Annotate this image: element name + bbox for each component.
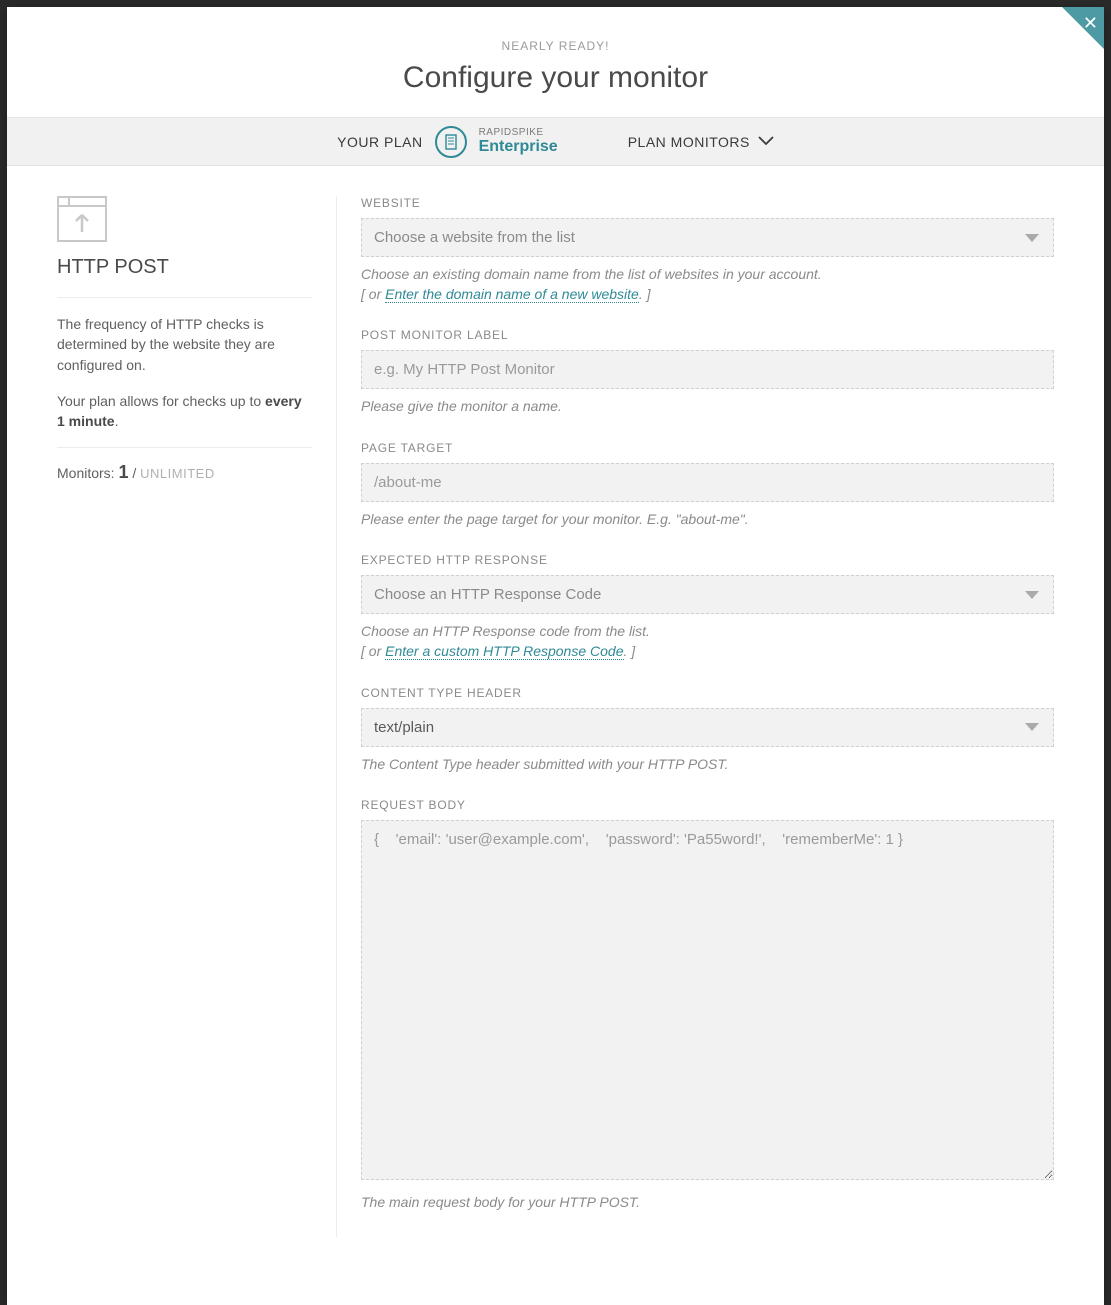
request-body-hint: The main request body for your HTTP POST… — [361, 1193, 1054, 1213]
website-label: WEBSITE — [361, 196, 1054, 210]
page-target-hint: Please enter the page target for your mo… — [361, 510, 1054, 530]
page-target-input[interactable] — [361, 463, 1054, 502]
custom-response-link[interactable]: Enter a custom HTTP Response Code — [385, 643, 623, 660]
website-hint: Choose an existing domain name from the … — [361, 265, 1054, 304]
sidebar: HTTP POST The frequency of HTTP checks i… — [57, 196, 337, 1237]
field-page-target: PAGE TARGET Please enter the page target… — [361, 441, 1054, 530]
brand-name: RAPIDSPIKE — [479, 127, 558, 138]
sidebar-title: HTTP POST — [57, 256, 312, 298]
monitors-summary: Monitors: 1 / UNLIMITED — [57, 462, 312, 483]
modal-content: HTTP POST The frequency of HTTP checks i… — [7, 166, 1104, 1237]
chevron-down-icon — [758, 133, 774, 151]
your-plan-section: YOUR PLAN RAPIDSPIKE Enterprise — [337, 126, 558, 158]
post-label-input[interactable] — [361, 350, 1054, 389]
post-label-hint: Please give the monitor a name. — [361, 397, 1054, 417]
plan-name: Enterprise — [479, 138, 558, 156]
sidebar-desc-frequency: The frequency of HTTP checks is determin… — [57, 314, 312, 375]
monitors-limit: UNLIMITED — [140, 466, 215, 481]
page-title: Configure your monitor — [7, 61, 1104, 95]
caret-down-icon — [1025, 591, 1039, 599]
close-icon[interactable]: ✕ — [1083, 13, 1098, 34]
monitors-label: Monitors: — [57, 465, 115, 481]
sidebar-desc-plan: Your plan allows for checks up to every … — [57, 391, 312, 432]
your-plan-label: YOUR PLAN — [337, 134, 422, 150]
expected-response-select[interactable]: Choose an HTTP Response Code — [361, 575, 1054, 614]
expected-response-label: EXPECTED HTTP RESPONSE — [361, 553, 1054, 567]
plan-monitors-dropdown[interactable]: PLAN MONITORS — [628, 133, 774, 151]
header-eyebrow: NEARLY READY! — [7, 39, 1104, 53]
sidebar-divider — [57, 447, 312, 448]
modal-dialog: ✕ NEARLY READY! Configure your monitor Y… — [7, 7, 1104, 1305]
request-body-textarea[interactable] — [361, 820, 1054, 1180]
field-request-body: REQUEST BODY The main request body for y… — [361, 798, 1054, 1213]
page-target-label: PAGE TARGET — [361, 441, 1054, 455]
field-expected-response: EXPECTED HTTP RESPONSE Choose an HTTP Re… — [361, 553, 1054, 661]
http-post-icon — [57, 196, 107, 242]
field-post-label: POST MONITOR LABEL Please give the monit… — [361, 328, 1054, 417]
website-select[interactable]: Choose a website from the list — [361, 218, 1054, 257]
caret-down-icon — [1025, 234, 1039, 242]
rapidspike-logo-icon — [435, 126, 467, 158]
caret-down-icon — [1025, 723, 1039, 731]
post-label-label: POST MONITOR LABEL — [361, 328, 1054, 342]
content-type-hint: The Content Type header submitted with y… — [361, 755, 1054, 775]
field-website: WEBSITE Choose a website from the list C… — [361, 196, 1054, 304]
modal-header: NEARLY READY! Configure your monitor — [7, 7, 1104, 118]
expected-response-hint: Choose an HTTP Response code from the li… — [361, 622, 1054, 661]
form-area: WEBSITE Choose a website from the list C… — [337, 196, 1054, 1237]
plan-monitors-label: PLAN MONITORS — [628, 134, 750, 150]
monitors-count: 1 — [118, 462, 128, 482]
plan-bar: YOUR PLAN RAPIDSPIKE Enterprise PLAN MON… — [7, 118, 1104, 166]
content-type-label: CONTENT TYPE HEADER — [361, 686, 1054, 700]
new-website-link[interactable]: Enter the domain name of a new website — [385, 286, 639, 303]
brand-text: RAPIDSPIKE Enterprise — [479, 127, 558, 156]
field-content-type: CONTENT TYPE HEADER text/plain The Conte… — [361, 686, 1054, 775]
content-type-select[interactable]: text/plain — [361, 708, 1054, 747]
request-body-label: REQUEST BODY — [361, 798, 1054, 812]
